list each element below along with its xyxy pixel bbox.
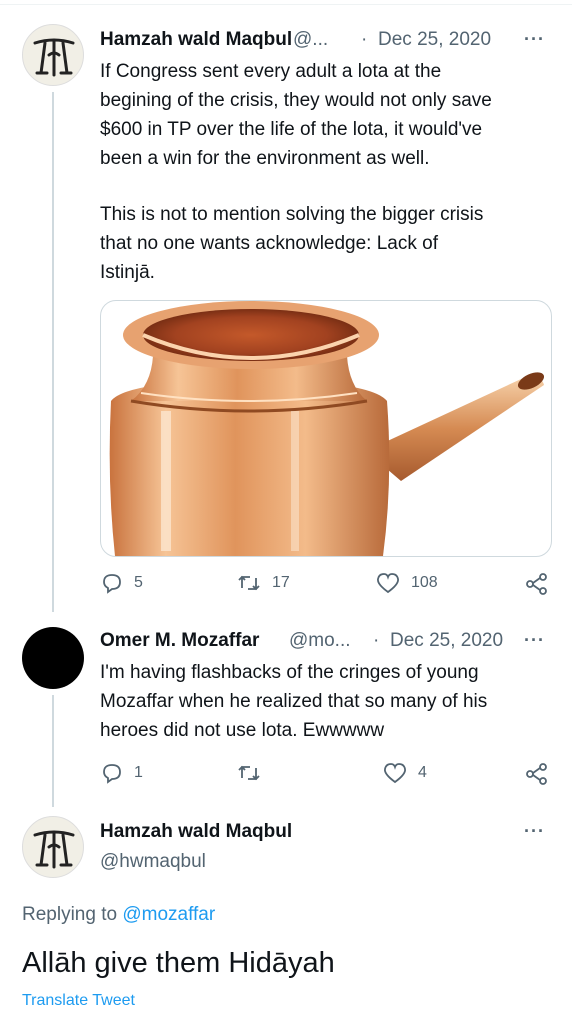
tweet-text-line: begining of the crisis, they would not o… [100,90,492,111]
reply-count: 5 [134,574,143,591]
calligraphy-logo-icon [33,830,75,869]
like-count: 4 [418,764,427,781]
top-divider [0,4,572,5]
tweet-text-line: Istinjā. [100,262,155,283]
translate-tweet-link[interactable]: Translate Tweet [22,992,135,1010]
copper-lota-image [109,301,545,556]
tweet-text-line: $600 in TP over the life of the lota, it… [100,119,483,140]
tweet-text-line: been a win for the environment as well. [100,148,430,169]
share-icon [526,573,547,595]
share-button[interactable] [524,761,550,792]
tweet-author-name[interactable]: Hamzah wald Maqbul [100,29,292,51]
reply-count: 1 [134,764,143,781]
tweet-text-line: heroes did not use lota. Ewwwww [100,720,385,741]
calligraphy-logo-icon [33,38,75,77]
thread-line [52,695,54,807]
reply-icon [103,764,121,784]
like-button[interactable]: 4 [382,761,427,785]
meta-separator: · [361,29,368,50]
retweet-icon [238,575,260,591]
focused-handle[interactable]: @hwmaqbul [100,851,206,873]
retweet-count: 17 [272,574,290,591]
focused-author-name[interactable]: Hamzah wald Maqbul [100,821,292,843]
share-button[interactable] [524,571,550,602]
reply-icon [103,574,121,594]
tweet-handle[interactable]: @... [293,29,328,51]
like-button[interactable]: 108 [375,571,438,595]
retweet-button[interactable] [236,761,262,785]
tweet-text-line: Mozaffar when he realized that so many o… [100,691,488,712]
thread-line [52,92,54,612]
retweet-icon [238,765,260,781]
like-count: 108 [411,574,438,591]
heart-icon [384,763,406,784]
tweet-text-line: If Congress sent every adult a lota at t… [100,61,442,82]
more-options-icon[interactable]: ··· [524,29,545,50]
tweet-text-line: I'm having flashbacks of the cringes of … [100,662,479,683]
more-options-icon[interactable]: ··· [524,630,545,651]
meta-separator: · [373,630,380,651]
tweet-handle[interactable]: @mo... [289,630,351,652]
tweet-date[interactable]: Dec 25, 2020 [390,630,503,652]
replying-to: Replying to @mozaffar [22,904,215,926]
tweet-date[interactable]: Dec 25, 2020 [378,29,491,51]
focused-tweet-text: Allāh give them Hidāyah [22,947,335,979]
author-avatar[interactable] [22,816,84,878]
share-icon [526,763,547,785]
retweet-button[interactable]: 17 [236,571,290,595]
author-avatar[interactable] [22,24,84,86]
replying-prefix: Replying to [22,904,123,925]
more-options-icon[interactable]: ··· [524,821,545,842]
reply-button[interactable]: 1 [100,761,143,785]
author-avatar[interactable] [22,627,84,689]
replying-handle-link[interactable]: @mozaffar [122,904,215,925]
tweet-text-line: This is not to mention solving the bigge… [100,204,484,225]
tweet-text: If Congress sent every adult a lota at t… [100,57,560,287]
heart-icon [377,573,399,594]
tweet-media[interactable] [100,300,552,557]
reply-button[interactable]: 5 [100,571,143,595]
tweet-author-name[interactable]: Omer M. Mozaffar [100,630,259,652]
tweet-text-line: that no one wants acknowledge: Lack of [100,233,439,254]
tweet-text: I'm having flashbacks of the cringes of … [100,658,560,745]
